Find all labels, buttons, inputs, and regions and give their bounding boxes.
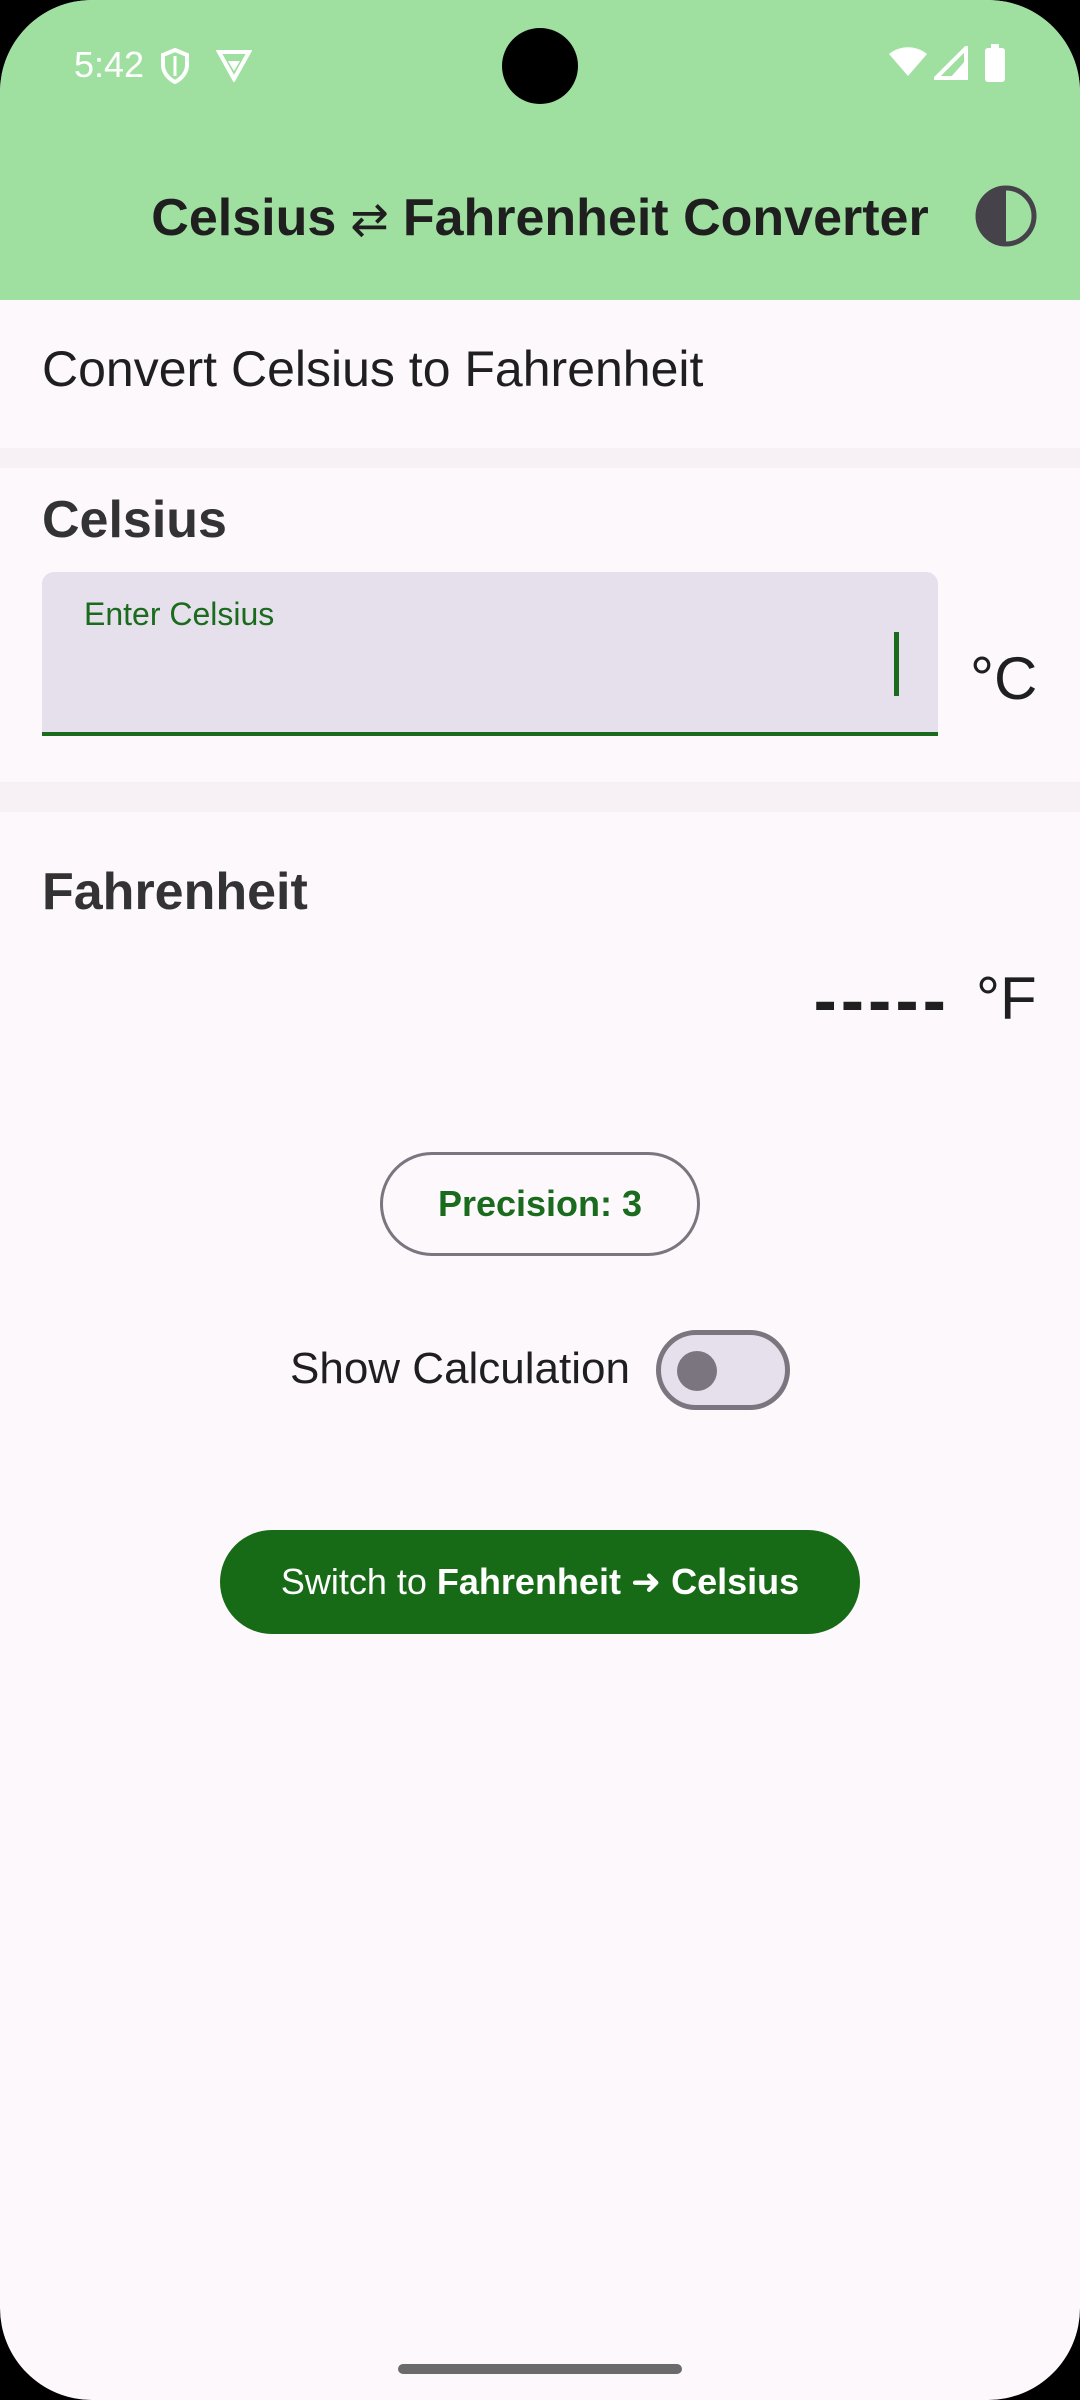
fahrenheit-card: Fahrenheit ----- °F bbox=[0, 812, 1080, 1096]
app-title: Celsius ⇄ Fahrenheit Converter bbox=[0, 188, 1080, 249]
app-title-right: Fahrenheit Converter bbox=[402, 189, 929, 247]
show-calculation-label: Show Calculation bbox=[290, 1344, 630, 1393]
celsius-title: Celsius bbox=[42, 491, 227, 549]
celsius-input-container[interactable]: Enter Celsius bbox=[42, 572, 938, 736]
fahrenheit-title: Fahrenheit bbox=[42, 863, 308, 921]
app-screen: 5:42 Celsius ⇄ Fahrenheit Converter Conv… bbox=[0, 0, 1080, 2400]
shield-icon bbox=[161, 48, 189, 84]
switch-mode-target: Fahrenheit ➜ Celsius bbox=[436, 1561, 800, 1602]
mode-text: Convert Celsius to Fahrenheit bbox=[42, 341, 704, 397]
switch-mode-button[interactable]: Switch to Fahrenheit ➜ Celsius bbox=[220, 1530, 860, 1634]
cellular-signal-icon bbox=[934, 46, 968, 80]
wifi-icon bbox=[889, 47, 927, 76]
home-indicator[interactable] bbox=[398, 2364, 682, 2374]
app-header: 5:42 Celsius ⇄ Fahrenheit Converter bbox=[0, 0, 1080, 300]
section-divider bbox=[0, 782, 1080, 812]
app-title-left: Celsius bbox=[151, 189, 337, 247]
mode-card: Convert Celsius to Fahrenheit bbox=[0, 300, 1080, 448]
status-time: 5:42 bbox=[74, 44, 145, 85]
toggle-thumb bbox=[677, 1351, 717, 1391]
contrast-icon[interactable] bbox=[974, 184, 1038, 248]
celsius-card: Celsius Enter Celsius °C bbox=[0, 468, 1080, 782]
celsius-input[interactable] bbox=[82, 642, 866, 708]
fahrenheit-unit: °F bbox=[976, 965, 1037, 1032]
switch-mode-prefix: Switch to bbox=[280, 1561, 437, 1602]
celsius-unit: °C bbox=[970, 645, 1038, 712]
battery-icon bbox=[985, 44, 1005, 82]
celsius-input-label: Enter Celsius bbox=[84, 596, 275, 632]
precision-button[interactable]: Precision: 3 bbox=[380, 1152, 700, 1256]
vpn-icon bbox=[216, 50, 252, 82]
show-calculation-toggle[interactable] bbox=[656, 1330, 790, 1410]
fahrenheit-result: ----- bbox=[813, 961, 950, 1039]
section-divider bbox=[0, 448, 1080, 468]
camera-cutout bbox=[502, 28, 578, 104]
swap-arrows-icon: ⇄ bbox=[350, 193, 389, 245]
text-caret bbox=[894, 632, 899, 696]
